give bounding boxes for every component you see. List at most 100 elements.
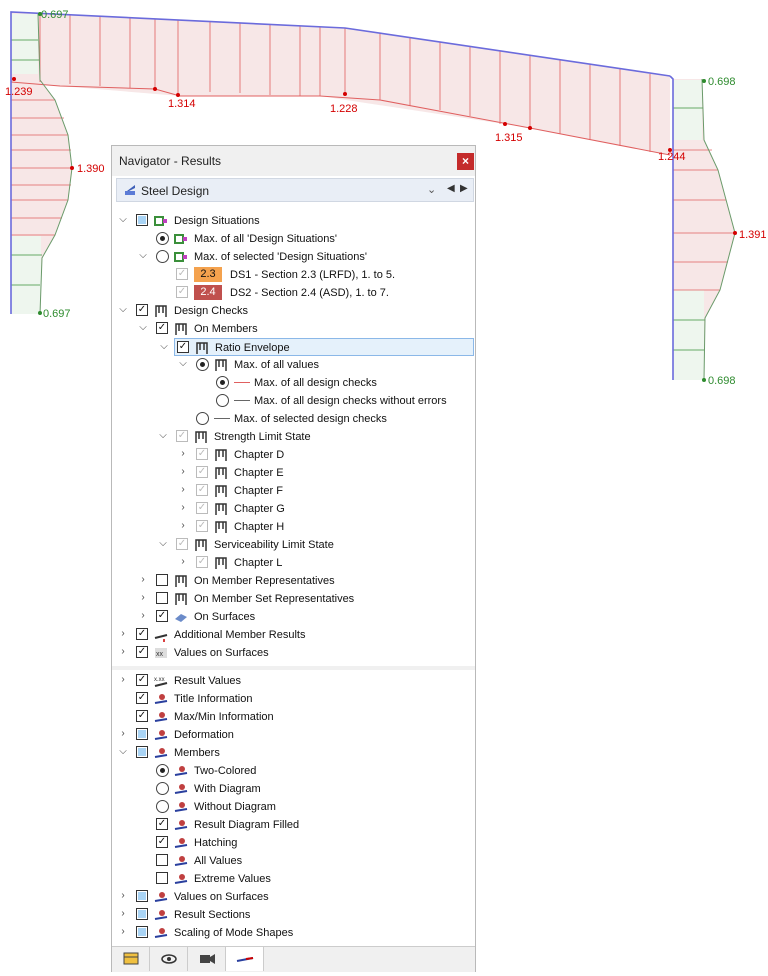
tree-item-on-member-representatives[interactable]: › On Member Representatives: [112, 572, 472, 590]
chevron-right-icon[interactable]: ›: [178, 448, 188, 460]
tree-item-max-all-values[interactable]: ⌵ Max. of all values: [112, 356, 472, 374]
radio[interactable]: [196, 358, 209, 371]
tree-item-scaling-mode-shapes[interactable]: › Scaling of Mode Shapes: [112, 924, 472, 942]
tree-item-on-members[interactable]: ⌵ ✓ On Members: [112, 320, 472, 338]
tree-item-deformation[interactable]: › Deformation: [112, 726, 472, 744]
chevron-right-icon[interactable]: ›: [178, 466, 188, 478]
checkbox[interactable]: ✓: [196, 502, 208, 514]
tab-data[interactable]: [112, 947, 150, 971]
tree-item-result-values[interactable]: › ✓ x.xx Result Values: [112, 672, 472, 690]
chevron-right-icon[interactable]: ›: [118, 628, 128, 640]
checkbox[interactable]: ✓: [196, 448, 208, 460]
chevron-right-icon[interactable]: ›: [118, 646, 128, 658]
checkbox[interactable]: [136, 890, 148, 902]
chevron-down-icon[interactable]: ⌵: [158, 538, 168, 550]
tree-item-hatching[interactable]: ✓ Hatching: [112, 834, 472, 852]
checkbox[interactable]: ✓: [196, 484, 208, 496]
checkbox[interactable]: [156, 592, 168, 604]
checkbox[interactable]: [136, 908, 148, 920]
radio[interactable]: [156, 232, 169, 245]
chevron-right-icon[interactable]: ›: [118, 908, 128, 920]
tree-item-max-checks-no-errors[interactable]: Max. of all design checks without errors: [112, 392, 472, 410]
tree-item-values-on-surfaces-display[interactable]: › Values on Surfaces: [112, 888, 472, 906]
chevron-right-icon[interactable]: ›: [178, 520, 188, 532]
chevron-down-icon[interactable]: ⌵: [178, 358, 188, 370]
checkbox[interactable]: ✓: [196, 466, 208, 478]
tree-item-ds2[interactable]: ✓ 2.4 DS2 - Section 2.4 (ASD), 1. to 7.: [112, 284, 472, 302]
tree-item-design-situations[interactable]: ⌵ Design Situations: [112, 212, 472, 230]
tree-item-values-on-surfaces[interactable]: › ✓ xx Values on Surfaces: [112, 644, 472, 662]
chevron-right-icon[interactable]: ›: [118, 890, 128, 902]
chevron-down-icon[interactable]: ⌄: [427, 183, 436, 196]
checkbox[interactable]: [136, 926, 148, 938]
chevron-down-icon[interactable]: ⌵: [118, 746, 128, 758]
chevron-down-icon[interactable]: ⌵: [158, 430, 168, 442]
tree-item-max-selected-checks[interactable]: Max. of selected design checks: [112, 410, 472, 428]
checkbox[interactable]: [156, 574, 168, 586]
checkbox[interactable]: [156, 872, 168, 884]
checkbox[interactable]: ✓: [176, 286, 188, 298]
tree-item-on-surfaces[interactable]: › ✓ On Surfaces: [112, 608, 472, 626]
tree-item-chapter-h[interactable]: › ✓ Chapter H: [112, 518, 472, 536]
chevron-down-icon[interactable]: ⌵: [138, 250, 148, 262]
chevron-down-icon[interactable]: ⌵: [159, 341, 169, 353]
chevron-right-icon[interactable]: ›: [118, 674, 128, 686]
chevron-right-icon[interactable]: ›: [178, 502, 188, 514]
tree-item-members[interactable]: ⌵ Members: [112, 744, 472, 762]
radio[interactable]: [156, 782, 169, 795]
tree-item-ratio-envelope[interactable]: ⌵ ✓ Ratio Envelope: [160, 338, 474, 356]
checkbox[interactable]: ✓: [136, 304, 148, 316]
radio[interactable]: [156, 800, 169, 813]
chevron-down-icon[interactable]: ⌵: [118, 214, 128, 226]
chevron-right-icon[interactable]: ›: [118, 728, 128, 740]
checkbox[interactable]: ✓: [136, 646, 148, 658]
tree-item-design-checks[interactable]: ⌵ ✓ Design Checks: [112, 302, 472, 320]
checkbox[interactable]: ✓: [136, 710, 148, 722]
tree-item-title-information[interactable]: ✓ Title Information: [112, 690, 472, 708]
checkbox[interactable]: [156, 854, 168, 866]
chevron-right-icon[interactable]: ›: [118, 926, 128, 938]
tree-item-on-member-set-representatives[interactable]: › On Member Set Representatives: [112, 590, 472, 608]
checkbox[interactable]: ✓: [176, 268, 188, 280]
checkbox[interactable]: ✓: [196, 556, 208, 568]
tree-item-additional-member-results[interactable]: › ✓ Additional Member Results: [112, 626, 472, 644]
tree-item-max-selected-situations[interactable]: ⌵ Max. of selected 'Design Situations': [112, 248, 472, 266]
tree-item-chapter-l[interactable]: › ✓ Chapter L: [112, 554, 472, 572]
tree-item-max-min-information[interactable]: ✓ Max/Min Information: [112, 708, 472, 726]
radio[interactable]: [216, 394, 229, 407]
tab-views[interactable]: [188, 947, 226, 971]
chevron-right-icon[interactable]: ›: [138, 610, 148, 622]
checkbox[interactable]: ✓: [177, 341, 189, 353]
checkbox[interactable]: ✓: [156, 610, 168, 622]
chevron-down-icon[interactable]: ⌵: [118, 304, 128, 316]
checkbox[interactable]: [136, 214, 148, 226]
tree-item-chapter-d[interactable]: › ✓ Chapter D: [112, 446, 472, 464]
tree-item-extreme-values[interactable]: Extreme Values: [112, 870, 472, 888]
radio[interactable]: [156, 250, 169, 263]
radio[interactable]: [216, 376, 229, 389]
tab-display[interactable]: [150, 947, 188, 971]
checkbox[interactable]: ✓: [136, 628, 148, 640]
checkbox[interactable]: ✓: [176, 430, 188, 442]
checkbox[interactable]: ✓: [156, 322, 168, 334]
module-selector[interactable]: Steel Design ⌄ ◀ ▶: [116, 178, 474, 202]
chevron-right-icon[interactable]: ›: [178, 556, 188, 568]
tree-item-two-colored[interactable]: Two-Colored: [112, 762, 472, 780]
checkbox[interactable]: ✓: [196, 520, 208, 532]
tree-item-strength-limit[interactable]: ⌵ ✓ Strength Limit State: [112, 428, 472, 446]
checkbox[interactable]: ✓: [176, 538, 188, 550]
tree-item-chapter-g[interactable]: › ✓ Chapter G: [112, 500, 472, 518]
radio[interactable]: [196, 412, 209, 425]
tree-item-max-all-situations[interactable]: Max. of all 'Design Situations': [112, 230, 472, 248]
chevron-right-icon[interactable]: ›: [178, 484, 188, 496]
tree-item-result-diagram-filled[interactable]: ✓ Result Diagram Filled: [112, 816, 472, 834]
checkbox[interactable]: ✓: [136, 674, 148, 686]
checkbox[interactable]: ✓: [156, 818, 168, 830]
checkbox[interactable]: ✓: [136, 692, 148, 704]
tree-item-chapter-f[interactable]: › ✓ Chapter F: [112, 482, 472, 500]
tree-item-all-values[interactable]: All Values: [112, 852, 472, 870]
chevron-down-icon[interactable]: ⌵: [138, 322, 148, 334]
checkbox[interactable]: [136, 728, 148, 740]
tree-item-result-sections[interactable]: › Result Sections: [112, 906, 472, 924]
checkbox[interactable]: [136, 746, 148, 758]
